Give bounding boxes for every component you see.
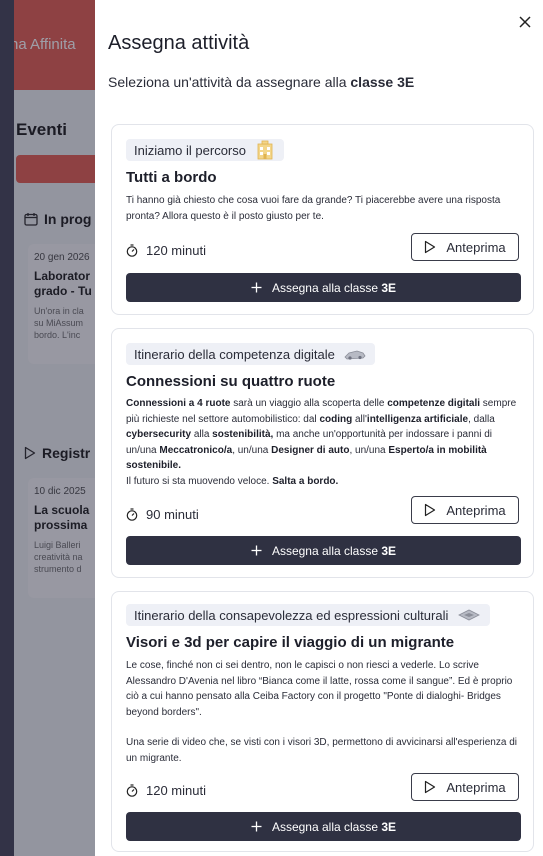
plus-icon: [251, 545, 262, 556]
assign-button[interactable]: Assegna alla classe 3E: [126, 536, 521, 565]
description-highlight: intelligenza artificiale: [366, 413, 469, 425]
preview-button[interactable]: Anteprima: [411, 773, 519, 801]
description-text: Il futuro si sta muovendo veloce.: [126, 475, 273, 487]
headset-icon: [458, 609, 481, 621]
play-icon: [425, 240, 436, 254]
activity-duration-label: 120 minuti: [146, 243, 206, 258]
description-text: all': [352, 413, 367, 425]
timer-icon: [126, 784, 138, 797]
preview-button-label: Anteprima: [446, 779, 506, 795]
plus-icon: [251, 282, 262, 293]
activity-duration: 90 minuti: [126, 507, 199, 522]
description-highlight: coding: [319, 413, 353, 425]
plus-icon: [251, 821, 262, 832]
description-text: , dalla: [468, 413, 495, 425]
drawer-title: Assegna attività: [108, 32, 250, 54]
drawer-subtitle-text: Seleziona un'attività da assegnare alla: [108, 74, 351, 90]
description-text: alla: [191, 429, 213, 440]
assign-class: 3E: [381, 543, 397, 558]
activity-description: Connessioni a 4 ruote sarà un viaggio al…: [126, 396, 524, 489]
assign-prefix: Assegna alla classe: [271, 280, 382, 295]
description-highlight: sostenibilità,: [212, 429, 274, 440]
activity-duration: 120 minuti: [126, 783, 206, 798]
car-icon: [344, 350, 366, 360]
assign-prefix: Assegna alla classe: [271, 819, 382, 834]
building-icon: [257, 140, 273, 160]
description-text: , un/una: [349, 444, 389, 456]
description-highlight: Designer di auto: [271, 444, 350, 456]
activity-card: Itinerario della competenza digitale Con…: [111, 328, 534, 578]
drawer-subtitle: Seleziona un'attività da assegnare alla …: [108, 74, 414, 90]
activity-card: Iniziamo il percorso Tutti a bordo Ti ha…: [111, 124, 534, 315]
activity-duration: 120 minuti: [126, 243, 206, 258]
description-text: , un/una: [232, 444, 272, 456]
activity-description-p2: Una serie di video che, se visti con i v…: [126, 737, 517, 764]
close-icon[interactable]: [517, 14, 533, 30]
activity-duration-label: 120 minuti: [146, 783, 206, 798]
timer-icon: [126, 508, 138, 521]
activity-description-p1: Le cose, finché non ci sei dentro, non l…: [126, 660, 513, 718]
preview-button[interactable]: Anteprima: [411, 233, 519, 261]
description-text: sarà un viaggio alla scoperta delle: [230, 398, 388, 409]
timer-icon: [126, 244, 138, 257]
assign-activity-drawer: Assegna attività Seleziona un'attività d…: [95, 0, 543, 856]
activity-tag-label: Itinerario della competenza digitale: [134, 346, 335, 362]
assign-class: 3E: [381, 819, 397, 834]
activity-duration-label: 90 minuti: [146, 507, 199, 522]
activity-title: Connessioni su quattro ruote: [126, 373, 336, 390]
activity-tag: Itinerario della consapevolezza ed espre…: [126, 604, 491, 626]
assign-button-label: Assegna alla classe 3E: [272, 544, 396, 558]
description-highlight: cybersecurity: [126, 429, 192, 440]
preview-button[interactable]: Anteprima: [411, 496, 519, 524]
description-highlight: Connessioni a 4 ruote: [126, 398, 231, 409]
description-highlight: competenze digitali: [387, 398, 481, 409]
activity-description: Ti hanno già chiesto che cosa vuoi fare …: [126, 195, 501, 222]
activity-tag: Iniziamo il percorso: [126, 139, 284, 161]
assign-button[interactable]: Assegna alla classe 3E: [126, 273, 521, 302]
play-icon: [425, 503, 436, 517]
activity-card: Itinerario della consapevolezza ed espre…: [111, 591, 534, 852]
activity-title: Visori e 3d per capire il viaggio di un …: [126, 634, 455, 651]
activity-tag: Itinerario della competenza digitale: [126, 343, 375, 365]
activity-tag-label: Iniziamo il percorso: [134, 142, 246, 158]
assign-button-label: Assegna alla classe 3E: [272, 281, 396, 295]
preview-button-label: Anteprima: [446, 239, 506, 255]
drawer-subtitle-class: classe 3E: [350, 74, 415, 90]
activity-title: Tutti a bordo: [126, 169, 217, 186]
play-icon: [425, 780, 436, 794]
assign-class: 3E: [381, 280, 397, 295]
description-highlight: Salta a bordo.: [272, 475, 339, 487]
description-highlight: Meccatronico/a: [159, 444, 233, 456]
assign-button[interactable]: Assegna alla classe 3E: [126, 812, 521, 841]
activity-description: Le cose, finché non ci sei dentro, non l…: [126, 658, 524, 766]
assign-button-label: Assegna alla classe 3E: [272, 820, 396, 834]
preview-button-label: Anteprima: [446, 502, 506, 518]
assign-prefix: Assegna alla classe: [271, 543, 382, 558]
activity-tag-label: Itinerario della consapevolezza ed espre…: [134, 607, 449, 623]
